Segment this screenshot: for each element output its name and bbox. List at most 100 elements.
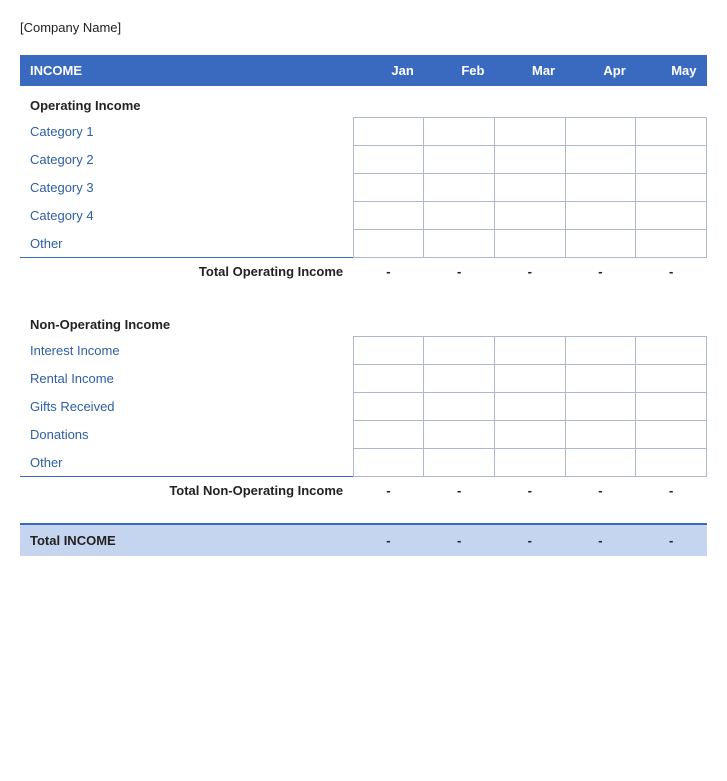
rental-income-feb[interactable] — [424, 365, 495, 393]
total-non-operating-mar: - — [494, 477, 565, 505]
operating-income-header: Operating Income — [20, 86, 707, 118]
grand-total-feb: - — [424, 524, 495, 556]
operating-other-may[interactable] — [636, 230, 707, 258]
total-operating-label: Total Operating Income — [20, 258, 353, 286]
non-operating-other-feb[interactable] — [424, 449, 495, 477]
total-non-operating-jan: - — [353, 477, 424, 505]
donations-may[interactable] — [636, 421, 707, 449]
rental-income-label: Rental Income — [20, 365, 353, 393]
donations-jan[interactable] — [353, 421, 424, 449]
interest-income-apr[interactable] — [565, 337, 636, 365]
table-row: Donations — [20, 421, 707, 449]
total-non-operating-label: Total Non-Operating Income — [20, 477, 353, 505]
donations-mar[interactable] — [494, 421, 565, 449]
non-operating-other-jan[interactable] — [353, 449, 424, 477]
non-operating-other-apr[interactable] — [565, 449, 636, 477]
category-2-mar[interactable] — [494, 146, 565, 174]
total-non-operating-may: - — [636, 477, 707, 505]
total-non-operating-apr: - — [565, 477, 636, 505]
category-2-feb[interactable] — [424, 146, 495, 174]
category-1-may[interactable] — [636, 118, 707, 146]
spacer-2 — [20, 504, 707, 524]
donations-label: Donations — [20, 421, 353, 449]
category-3-mar[interactable] — [494, 174, 565, 202]
category-1-jan[interactable] — [353, 118, 424, 146]
non-operating-other-label: Other — [20, 449, 353, 477]
non-operating-income-header: Non-Operating Income — [20, 305, 707, 337]
header-apr: Apr — [565, 55, 636, 86]
header-feb: Feb — [424, 55, 495, 86]
operating-income-label: Operating Income — [20, 86, 707, 118]
grand-total-label: Total INCOME — [20, 524, 353, 556]
category-4-mar[interactable] — [494, 202, 565, 230]
category-4-jan[interactable] — [353, 202, 424, 230]
category-4-label: Category 4 — [20, 202, 353, 230]
category-4-apr[interactable] — [565, 202, 636, 230]
total-non-operating-row: Total Non-Operating Income - - - - - — [20, 477, 707, 505]
donations-feb[interactable] — [424, 421, 495, 449]
category-1-apr[interactable] — [565, 118, 636, 146]
table-row: Other — [20, 230, 707, 258]
total-operating-jan: - — [353, 258, 424, 286]
interest-income-may[interactable] — [636, 337, 707, 365]
operating-other-mar[interactable] — [494, 230, 565, 258]
category-1-mar[interactable] — [494, 118, 565, 146]
table-row: Category 2 — [20, 146, 707, 174]
header-jan: Jan — [353, 55, 424, 86]
header-may: May — [636, 55, 707, 86]
table-row: Other — [20, 449, 707, 477]
total-operating-may: - — [636, 258, 707, 286]
rental-income-apr[interactable] — [565, 365, 636, 393]
gifts-received-feb[interactable] — [424, 393, 495, 421]
category-3-feb[interactable] — [424, 174, 495, 202]
spacer — [20, 285, 707, 305]
table-row: Gifts Received — [20, 393, 707, 421]
operating-other-apr[interactable] — [565, 230, 636, 258]
non-operating-other-may[interactable] — [636, 449, 707, 477]
gifts-received-apr[interactable] — [565, 393, 636, 421]
gifts-received-label: Gifts Received — [20, 393, 353, 421]
category-3-jan[interactable] — [353, 174, 424, 202]
table-row: Rental Income — [20, 365, 707, 393]
donations-apr[interactable] — [565, 421, 636, 449]
total-operating-apr: - — [565, 258, 636, 286]
income-header-label: INCOME — [20, 55, 353, 86]
operating-other-feb[interactable] — [424, 230, 495, 258]
category-2-may[interactable] — [636, 146, 707, 174]
total-operating-feb: - — [424, 258, 495, 286]
grand-total-row: Total INCOME - - - - - — [20, 524, 707, 556]
category-2-apr[interactable] — [565, 146, 636, 174]
header-mar: Mar — [494, 55, 565, 86]
category-3-apr[interactable] — [565, 174, 636, 202]
non-operating-other-mar[interactable] — [494, 449, 565, 477]
gifts-received-mar[interactable] — [494, 393, 565, 421]
table-header-row: INCOME Jan Feb Mar Apr May — [20, 55, 707, 86]
gifts-received-may[interactable] — [636, 393, 707, 421]
rental-income-jan[interactable] — [353, 365, 424, 393]
total-non-operating-feb: - — [424, 477, 495, 505]
grand-total-apr: - — [565, 524, 636, 556]
rental-income-may[interactable] — [636, 365, 707, 393]
category-2-label: Category 2 — [20, 146, 353, 174]
table-row: Category 4 — [20, 202, 707, 230]
company-name: [Company Name] — [20, 20, 707, 35]
table-row: Category 1 — [20, 118, 707, 146]
non-operating-income-label: Non-Operating Income — [20, 305, 707, 337]
operating-other-label: Other — [20, 230, 353, 258]
operating-other-jan[interactable] — [353, 230, 424, 258]
table-row: Category 3 — [20, 174, 707, 202]
category-2-jan[interactable] — [353, 146, 424, 174]
gifts-received-jan[interactable] — [353, 393, 424, 421]
interest-income-mar[interactable] — [494, 337, 565, 365]
category-4-may[interactable] — [636, 202, 707, 230]
grand-total-jan: - — [353, 524, 424, 556]
rental-income-mar[interactable] — [494, 365, 565, 393]
category-4-feb[interactable] — [424, 202, 495, 230]
category-1-feb[interactable] — [424, 118, 495, 146]
category-3-may[interactable] — [636, 174, 707, 202]
interest-income-jan[interactable] — [353, 337, 424, 365]
income-table: INCOME Jan Feb Mar Apr May Operating Inc… — [20, 55, 707, 556]
interest-income-feb[interactable] — [424, 337, 495, 365]
total-operating-mar: - — [494, 258, 565, 286]
total-operating-row: Total Operating Income - - - - - — [20, 258, 707, 286]
